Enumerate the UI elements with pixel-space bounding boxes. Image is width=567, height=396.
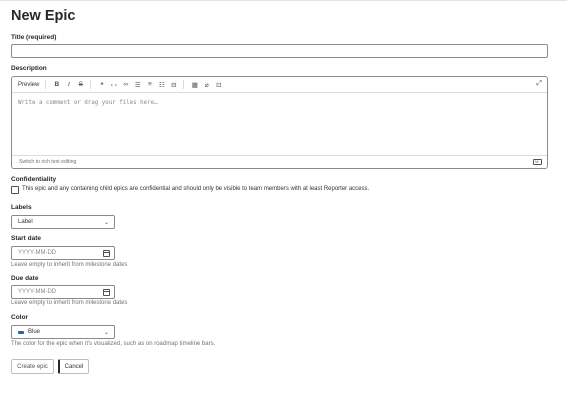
switch-rich-text-link[interactable]: Switch to rich text editing — [19, 159, 76, 165]
editor-toolbar: Preview B I S ❝ ‹› ∞ ☰ ≡ ☷ ⊟ ▦ ⌀ ⊡ ⤢ — [12, 77, 547, 93]
quick-action-icon[interactable]: ⊡ — [213, 80, 224, 90]
labels-dropdown-value: Label — [18, 219, 33, 225]
chevron-down-icon: ⌄ — [103, 330, 109, 336]
strikethrough-icon[interactable]: S — [75, 80, 86, 90]
description-editor: Preview B I S ❝ ‹› ∞ ☰ ≡ ☷ ⊟ ▦ ⌀ ⊡ ⤢ Wri… — [11, 76, 548, 169]
link-icon[interactable]: ∞ — [120, 80, 131, 90]
preview-tab[interactable]: Preview — [18, 82, 39, 88]
color-dropdown-value: Blue — [28, 329, 41, 335]
labels-label: Labels — [11, 204, 32, 211]
markdown-icon: M↓ — [533, 159, 542, 165]
bullet-list-icon[interactable]: ☰ — [132, 80, 143, 90]
page-title: New Epic — [11, 8, 76, 24]
title-label: Title (required) — [11, 34, 57, 41]
bold-icon[interactable]: B — [51, 80, 62, 90]
color-swatch — [18, 330, 24, 334]
confidential-checkbox-label: This epic and any containing child epics… — [22, 186, 370, 192]
calendar-icon[interactable] — [103, 289, 110, 296]
fullscreen-icon[interactable]: ⤢ — [536, 80, 542, 88]
attach-icon[interactable]: ⌀ — [201, 80, 212, 90]
task-list-icon[interactable]: ☷ — [156, 80, 167, 90]
italic-icon[interactable]: I — [63, 80, 74, 90]
code-icon[interactable]: ‹› — [108, 80, 119, 90]
color-label: Color — [11, 314, 28, 321]
start-date-label: Start date — [11, 235, 41, 242]
due-date-help: Leave empty to inherit from milestone da… — [11, 300, 128, 306]
collapsible-icon[interactable]: ⊟ — [168, 80, 179, 90]
start-date-input[interactable]: YYYY-MM-DD — [11, 246, 115, 260]
confidential-checkbox[interactable] — [11, 186, 19, 194]
description-textarea[interactable]: Write a comment or drag your files here… — [18, 100, 158, 106]
chevron-down-icon: ⌄ — [103, 220, 109, 226]
numbered-list-icon[interactable]: ≡ — [144, 80, 155, 90]
description-label: Description — [11, 65, 47, 72]
due-date-label: Due date — [11, 275, 39, 282]
confidentiality-label: Confidentiality — [11, 176, 57, 183]
start-date-placeholder: YYYY-MM-DD — [18, 250, 57, 256]
due-date-input[interactable]: YYYY-MM-DD — [11, 285, 115, 299]
start-date-help: Leave empty to inherit from milestone da… — [11, 262, 128, 268]
cancel-button[interactable]: Cancel — [58, 359, 89, 374]
toolbar-divider — [45, 80, 47, 89]
title-input[interactable] — [11, 44, 548, 58]
editor-footer: Switch to rich text editing M↓ — [12, 155, 547, 168]
color-help: The color for the epic when it's visuali… — [11, 341, 216, 347]
create-epic-button[interactable]: Create epic — [11, 359, 54, 374]
toolbar-divider — [183, 80, 185, 89]
calendar-icon[interactable] — [103, 250, 110, 257]
toolbar-divider — [90, 80, 92, 89]
due-date-placeholder: YYYY-MM-DD — [18, 289, 57, 295]
quote-icon[interactable]: ❝ — [96, 80, 107, 90]
color-dropdown[interactable]: Blue ⌄ — [11, 325, 115, 339]
labels-dropdown[interactable]: Label ⌄ — [11, 215, 115, 229]
table-icon[interactable]: ▦ — [189, 80, 200, 90]
top-divider — [0, 0, 567, 1]
